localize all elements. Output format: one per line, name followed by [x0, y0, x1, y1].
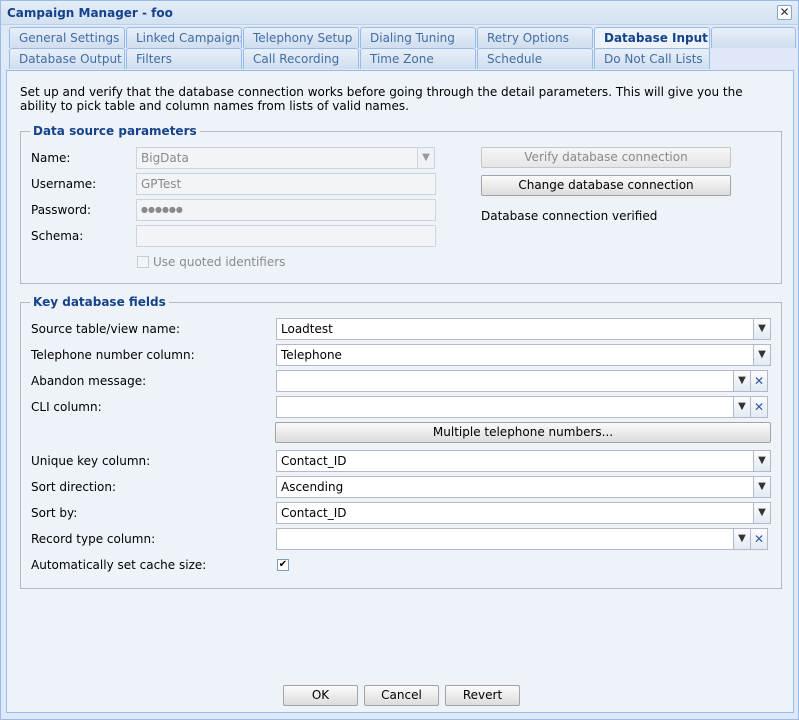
tab-call-recording[interactable]: Call Recording	[243, 48, 359, 69]
tab-telephony-setup[interactable]: Telephony Setup	[243, 27, 359, 48]
chevron-down-icon[interactable]: ▼	[754, 318, 771, 340]
chevron-down-icon[interactable]: ▼	[734, 528, 751, 550]
record-type-combo[interactable]	[276, 528, 734, 550]
checkmark-icon: ✔	[278, 559, 288, 570]
sort-by-label: Sort by:	[31, 506, 78, 520]
abandon-message-combo[interactable]	[276, 370, 734, 392]
quoted-identifiers-checkbox[interactable]	[137, 256, 149, 268]
tab-strip: General Settings Linked Campaigns Teleph…	[1, 27, 798, 71]
sort-direction-label: Sort direction:	[31, 480, 117, 494]
username-field[interactable]: GPTest	[136, 173, 436, 195]
cancel-button[interactable]: Cancel	[364, 685, 439, 706]
clear-x-icon[interactable]: ✕	[751, 396, 768, 418]
schema-field[interactable]	[136, 225, 436, 247]
connection-status: Database connection verified	[481, 209, 658, 223]
chevron-down-icon[interactable]: ▼	[734, 396, 751, 418]
sort-direction-combo[interactable]: Ascending	[276, 476, 754, 498]
ok-button[interactable]: OK	[283, 685, 358, 706]
abandon-message-label: Abandon message:	[31, 374, 147, 388]
tab-general-settings[interactable]: General Settings	[9, 27, 125, 48]
tab-retry-options[interactable]: Retry Options	[477, 27, 593, 48]
tab-strip-filler	[711, 27, 796, 48]
tab-filters[interactable]: Filters	[126, 48, 242, 69]
title-bar[interactable]: Campaign Manager - foo ✕	[1, 1, 798, 25]
tab-linked-campaigns[interactable]: Linked Campaigns	[126, 27, 242, 48]
chevron-down-icon[interactable]: ▼	[754, 502, 771, 524]
tab-do-not-call-lists[interactable]: Do Not Call Lists	[594, 48, 710, 69]
change-connection-button[interactable]: Change database connection	[481, 175, 731, 196]
quoted-identifiers-label: Use quoted identifiers	[153, 255, 286, 269]
unique-key-combo[interactable]: Contact_ID	[276, 450, 754, 472]
chevron-down-icon[interactable]: ▼	[754, 344, 771, 366]
schema-label: Schema:	[31, 229, 84, 243]
cache-size-checkbox[interactable]: ✔	[277, 559, 289, 571]
tab-schedule[interactable]: Schedule	[477, 48, 593, 69]
verify-connection-button[interactable]: Verify database connection	[481, 147, 731, 168]
chevron-down-icon[interactable]: ▼	[418, 147, 435, 169]
chevron-down-icon[interactable]: ▼	[754, 450, 771, 472]
clear-x-icon[interactable]: ✕	[751, 370, 768, 392]
keyfields-legend: Key database fields	[33, 295, 166, 309]
revert-button[interactable]: Revert	[445, 685, 520, 706]
clear-x-icon[interactable]: ✕	[751, 528, 768, 550]
tab-time-zone[interactable]: Time Zone	[360, 48, 476, 69]
record-type-label: Record type column:	[31, 532, 156, 546]
datasource-legend: Data source parameters	[33, 124, 197, 138]
window-title: Campaign Manager - foo	[7, 6, 173, 20]
panel-description: Set up and verify that the database conn…	[20, 85, 743, 113]
unique-key-label: Unique key column:	[31, 454, 151, 468]
password-field[interactable]: ●●●●●●	[136, 199, 436, 221]
username-label: Username:	[31, 177, 97, 191]
cache-size-label: Automatically set cache size:	[31, 558, 207, 572]
sort-by-combo[interactable]: Contact_ID	[276, 502, 754, 524]
campaign-manager-window: Campaign Manager - foo ✕ General Setting…	[0, 0, 799, 720]
multiple-telephone-numbers-button[interactable]: Multiple telephone numbers...	[275, 422, 771, 443]
tab-database-input[interactable]: Database Input	[594, 27, 710, 49]
database-input-panel: Set up and verify that the database conn…	[6, 70, 794, 713]
close-icon: ✕	[779, 5, 790, 19]
cli-column-label: CLI column:	[31, 400, 102, 414]
cli-column-combo[interactable]	[276, 396, 734, 418]
source-table-label: Source table/view name:	[31, 322, 180, 336]
password-label: Password:	[31, 203, 92, 217]
chevron-down-icon[interactable]: ▼	[754, 476, 771, 498]
telephone-column-label: Telephone number column:	[31, 348, 195, 362]
telephone-column-combo[interactable]: Telephone	[276, 344, 754, 366]
name-label: Name:	[31, 151, 71, 165]
chevron-down-icon[interactable]: ▼	[734, 370, 751, 392]
tab-database-output[interactable]: Database Output	[9, 48, 125, 69]
close-button[interactable]: ✕	[777, 5, 792, 20]
name-combo[interactable]: BigData	[136, 147, 418, 169]
tab-dialing-tuning[interactable]: Dialing Tuning	[360, 27, 476, 48]
source-table-combo[interactable]: Loadtest	[276, 318, 754, 340]
